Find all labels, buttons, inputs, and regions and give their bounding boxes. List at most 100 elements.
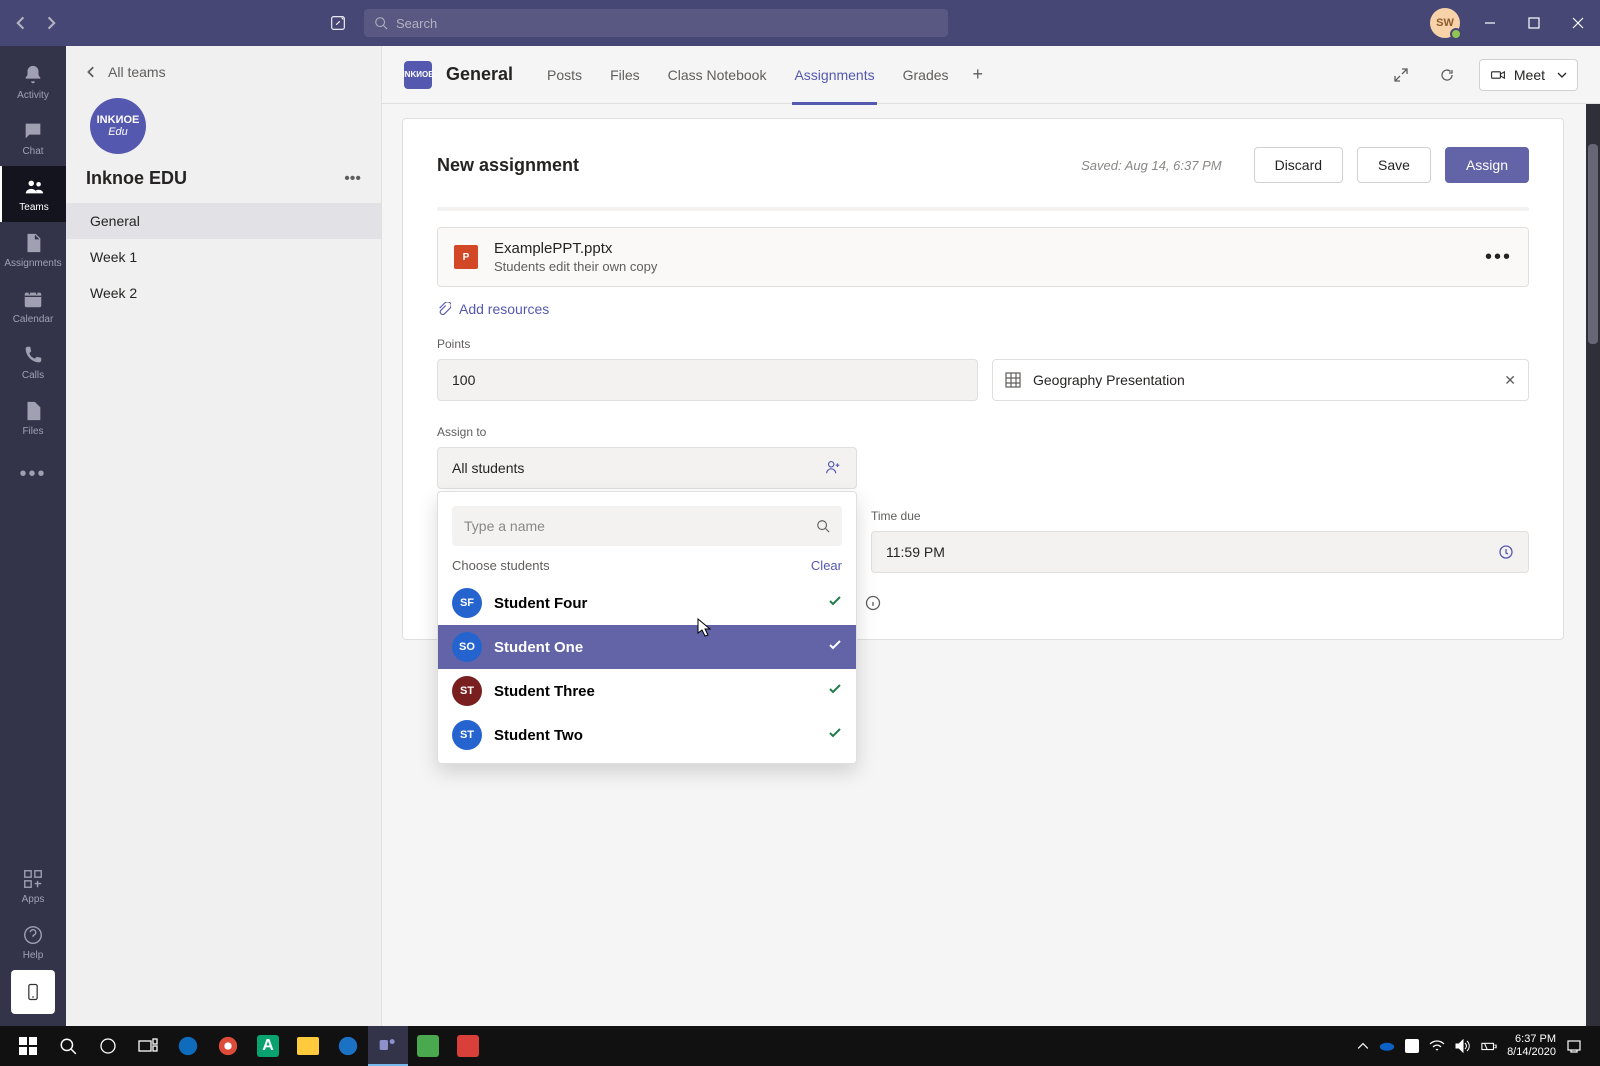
scrollbar-thumb[interactable] [1588,144,1598,344]
divider [437,207,1529,211]
rail-more[interactable]: ••• [0,446,66,502]
checkmark-icon [828,726,842,745]
tab-class-notebook[interactable]: Class Notebook [654,46,781,104]
attachment-more-button[interactable]: ••• [1485,246,1512,269]
saved-status: Saved: Aug 14, 6:37 PM [1081,158,1221,173]
rail-mobile[interactable] [11,970,55,1014]
channel-avatar[interactable]: INKИOE [404,61,432,89]
tray-unknown-icon[interactable] [1405,1039,1419,1053]
tab-grades[interactable]: Grades [889,46,963,104]
camera-icon [1490,67,1506,83]
vertical-scrollbar[interactable] [1586,104,1600,1026]
taskbar-date: 8/14/2020 [1507,1046,1556,1059]
taskbar-app-2[interactable] [408,1026,448,1066]
save-button[interactable]: Save [1357,147,1431,183]
search-box[interactable]: Search [364,9,948,37]
meet-label: Meet [1514,67,1545,83]
assign-to-label: Assign to [437,425,1529,439]
student-row[interactable]: STStudent Three [438,669,856,713]
channel-item[interactable]: Week 2 [66,275,381,311]
remove-rubric-button[interactable]: ✕ [1504,372,1516,389]
search-icon [816,519,830,533]
taskbar-app-3[interactable] [448,1026,488,1066]
team-badge-l1: INKИOE [97,114,140,126]
clear-selection-button[interactable]: Clear [811,558,842,573]
window-close[interactable] [1564,9,1592,37]
taskbar-cortana[interactable] [88,1026,128,1066]
taskbar-time: 6:37 PM [1507,1033,1556,1046]
page-title: New assignment [437,155,1081,176]
assign-button[interactable]: Assign [1445,147,1529,183]
start-button[interactable] [8,1026,48,1066]
points-input[interactable]: 100 [437,359,978,401]
attachment-row[interactable]: P ExamplePPT.pptx Students edit their ow… [437,227,1529,287]
taskbar-app-1[interactable]: A [248,1026,288,1066]
forward-button[interactable] [36,9,64,37]
rail-files[interactable]: Files [0,390,66,446]
back-button[interactable] [8,9,36,37]
add-tab-button[interactable]: + [963,64,994,85]
rail-assignments[interactable]: Assignments [0,222,66,278]
taskbar: A 6:37 PM 8/14/2020 [0,1026,1600,1066]
avatar-initials: SW [1436,17,1454,29]
tab-assignments[interactable]: Assignments [780,46,888,104]
discard-button[interactable]: Discard [1254,147,1343,183]
tab-posts[interactable]: Posts [533,46,596,104]
taskbar-app-edgebeta[interactable] [328,1026,368,1066]
add-student-button[interactable] [824,458,842,479]
rail-teams[interactable]: Teams [0,166,66,222]
channel-item[interactable]: Week 1 [66,239,381,275]
rail-label: Calendar [13,314,54,325]
rail-help[interactable]: Help [0,914,66,970]
assignment-card: New assignment Saved: Aug 14, 6:37 PM Di… [402,118,1564,640]
paperclip-icon [437,302,451,316]
rail-calls[interactable]: Calls [0,334,66,390]
tray-power-icon[interactable] [1481,1039,1497,1053]
channel-item[interactable]: General [66,203,381,239]
time-due-input[interactable]: 11:59 PM [871,531,1529,573]
attachment-name: ExamplePPT.pptx [494,240,657,257]
taskbar-clock[interactable]: 6:37 PM 8/14/2020 [1507,1033,1556,1059]
search-placeholder: Search [396,16,437,31]
profile-avatar[interactable]: SW [1430,8,1460,38]
rail-chat[interactable]: Chat [0,110,66,166]
team-more-button[interactable]: ••• [344,170,361,188]
dropdown-search[interactable]: Type a name [452,506,842,546]
tab-files[interactable]: Files [596,46,654,104]
tray-notification-icon[interactable] [1566,1038,1582,1054]
taskbar-app-edge[interactable] [168,1026,208,1066]
expand-button[interactable] [1387,61,1415,89]
rail-label: Help [23,950,44,961]
add-resources-button[interactable]: Add resources [437,301,1529,317]
tray-wifi-icon[interactable] [1429,1039,1445,1053]
attachment-sub: Students edit their own copy [494,259,657,274]
points-label: Points [437,337,1529,351]
tray-volume-icon[interactable] [1455,1039,1471,1053]
assign-to-input[interactable]: All students [437,447,857,489]
tray-onedrive-icon[interactable] [1379,1038,1395,1054]
student-row[interactable]: SOStudent One [438,625,856,669]
rubric-chip[interactable]: Geography Presentation ✕ [992,359,1529,401]
taskbar-app-teams[interactable] [368,1026,408,1066]
all-teams-button[interactable]: All teams [66,64,381,98]
student-row[interactable]: STStudent Two [438,713,856,757]
tray-chevron-icon[interactable] [1357,1040,1369,1052]
meet-button[interactable]: Meet [1479,59,1578,91]
team-avatar[interactable]: INKИOE Edu [90,98,146,154]
window-minimize[interactable] [1476,9,1504,37]
window-maximize[interactable] [1520,9,1548,37]
rail-label: Files [22,426,43,437]
taskbar-app-explorer[interactable] [288,1026,328,1066]
rail-apps[interactable]: Apps [0,858,66,914]
taskbar-search[interactable] [48,1026,88,1066]
refresh-button[interactable] [1433,61,1461,89]
new-chat-button[interactable] [324,9,352,37]
taskbar-app-chrome[interactable] [208,1026,248,1066]
time-due-value: 11:59 PM [886,544,945,560]
rail-label: Chat [22,146,43,157]
rail-activity[interactable]: Activity [0,54,66,110]
rail-calendar[interactable]: Calendar [0,278,66,334]
student-row[interactable]: SFStudent Four [438,581,856,625]
taskbar-taskview[interactable] [128,1026,168,1066]
presence-indicator [1450,28,1462,40]
